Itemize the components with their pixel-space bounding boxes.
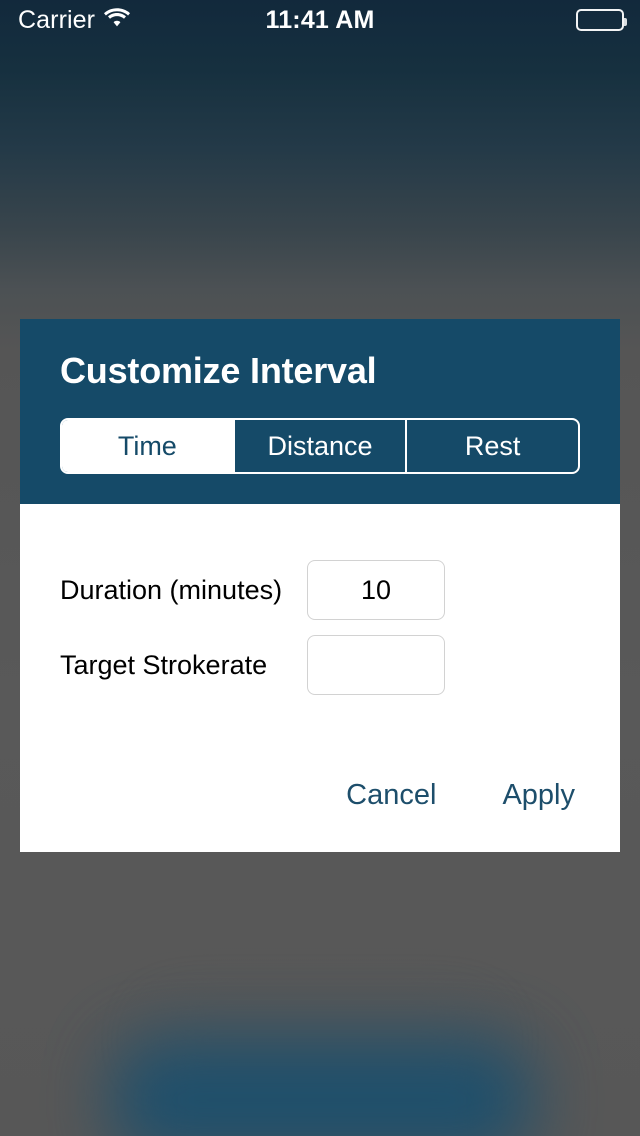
- battery-cap: [624, 18, 627, 26]
- status-bar-right: [576, 0, 627, 40]
- duration-input[interactable]: [307, 560, 445, 620]
- blurred-background-button-shape: [112, 1040, 532, 1136]
- target-strokerate-row: Target Strokerate: [60, 635, 580, 695]
- target-strokerate-input[interactable]: [307, 635, 445, 695]
- duration-row: Duration (minutes): [60, 560, 580, 620]
- cancel-button[interactable]: Cancel: [346, 779, 436, 812]
- apply-button[interactable]: Apply: [502, 779, 575, 812]
- target-strokerate-label: Target Strokerate: [60, 649, 268, 680]
- phone-screen: Carrier 11:41 AM Customize Interval Time: [0, 0, 640, 1136]
- segment-time[interactable]: Time: [62, 420, 235, 472]
- segment-rest[interactable]: Rest: [407, 420, 578, 472]
- status-bar-clock: 11:41 AM: [265, 5, 375, 34]
- interval-type-segmented-control[interactable]: Time Distance Rest: [60, 418, 580, 474]
- dialog-body: Duration (minutes) Target Strokerate: [20, 504, 620, 695]
- dialog-header: Customize Interval Time Distance Rest: [20, 319, 620, 504]
- duration-label: Duration (minutes): [60, 574, 283, 605]
- dialog-title: Customize Interval: [60, 350, 377, 391]
- battery-full-icon: [576, 9, 627, 31]
- segment-distance[interactable]: Distance: [235, 420, 408, 472]
- status-bar: Carrier 11:41 AM: [0, 0, 640, 40]
- customize-interval-dialog: Customize Interval Time Distance Rest Du…: [20, 319, 620, 852]
- dialog-actions: Cancel Apply: [20, 710, 620, 852]
